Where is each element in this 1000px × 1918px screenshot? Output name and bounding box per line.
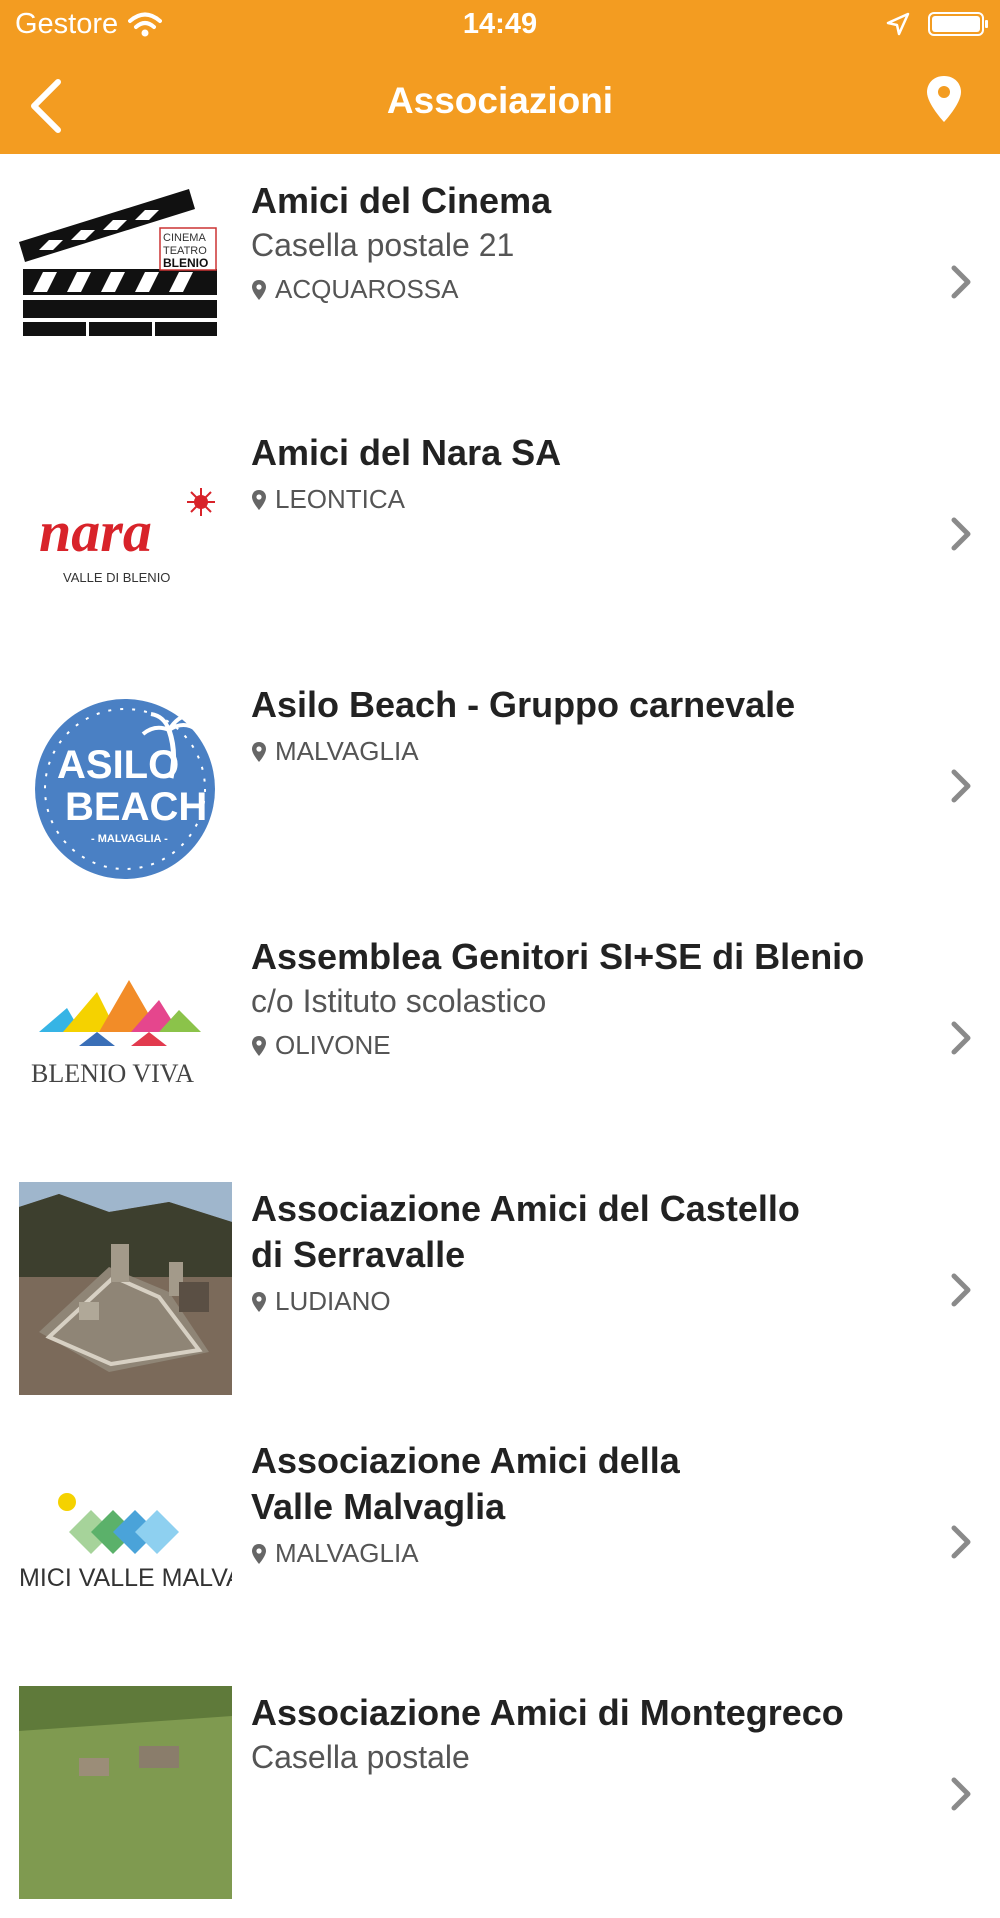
- nav-bar: Associazioni: [0, 56, 1000, 148]
- location-label: ACQUAROSSA: [275, 274, 459, 304]
- logo-text: nara: [39, 499, 152, 564]
- logo-text: BLENIO VIVA: [31, 1059, 194, 1088]
- association-list: CINEMA TEATRO BLENIO Amici del Cinema Ca…: [0, 154, 1000, 1918]
- list-item[interactable]: BLENIO VIVA Assemblea Genitori SI+SE di …: [0, 910, 1000, 1162]
- chevron-right-icon: [951, 1777, 971, 1811]
- chevron-right-icon: [951, 769, 971, 803]
- map-marker-icon: [252, 489, 266, 510]
- association-name: Amici del Cinema: [251, 180, 552, 221]
- chevron-right-icon: [951, 1525, 971, 1559]
- logo-text: VALLE DI BLENIO: [63, 570, 170, 585]
- association-name: Associazione Amici del Castello di Serrav…: [251, 1186, 911, 1278]
- list-item[interactable]: nara VALLE DI BLENIO Amici del Nara SA L…: [0, 406, 1000, 658]
- item-text: Associazione Amici della Valle Malvaglia …: [251, 1438, 911, 1569]
- association-logo: BLENIO VIVA: [19, 930, 232, 1143]
- association-logo: CINEMA TEATRO BLENIO: [19, 174, 232, 387]
- item-text: Assemblea Genitori SI+SE di Blenio c/o I…: [251, 934, 911, 1061]
- map-marker-icon: [252, 741, 266, 762]
- association-name-line-2: Valle Malvaglia: [251, 1486, 506, 1527]
- association-logo: MICI VALLE MALVAGL: [19, 1434, 232, 1647]
- association-name-line-1: Associazione Amici del Castello: [251, 1188, 800, 1229]
- map-pin-icon[interactable]: [924, 74, 964, 124]
- location-row: OLIVONE: [251, 1030, 911, 1061]
- association-name: Amici del Nara SA: [251, 432, 562, 473]
- map-marker-icon: [252, 1543, 266, 1564]
- item-text: Associazione Amici del Castello di Serrav…: [251, 1186, 911, 1317]
- association-photo: [19, 1686, 232, 1899]
- status-bar: Gestore 14:49: [0, 0, 1000, 50]
- logo-text: ASILO: [57, 743, 179, 787]
- list-item[interactable]: MICI VALLE MALVAGL Associazione Amici de…: [0, 1414, 1000, 1666]
- logo-text: BLENIO: [163, 256, 208, 270]
- association-name-line-1: Associazione Amici della: [251, 1440, 680, 1481]
- location-row: LEONTICA: [251, 484, 911, 515]
- item-text: Associazione Amici di Montegreco Casella…: [251, 1690, 911, 1778]
- location-label: MALVAGLIA: [275, 1538, 419, 1568]
- logo-text: MICI VALLE MALVAGL: [19, 1564, 232, 1592]
- page-title: Associazioni: [386, 80, 614, 121]
- association-photo: [19, 1182, 232, 1395]
- battery-icon: [928, 12, 988, 36]
- association-name-line-2: di Serravalle: [251, 1234, 466, 1275]
- association-address: Casella postale: [251, 1739, 470, 1775]
- association-logo: ASILO BEACH - MALVAGLIA -: [19, 678, 232, 891]
- logo-text: - MALVAGLIA -: [91, 833, 168, 845]
- map-marker-icon: [252, 1035, 266, 1056]
- status-right: [886, 12, 988, 36]
- location-label: LEONTICA: [275, 484, 406, 514]
- association-name: Associazione Amici di Montegreco: [251, 1692, 844, 1733]
- location-row: LUDIANO: [251, 1286, 911, 1317]
- chevron-right-icon: [951, 1021, 971, 1055]
- list-item[interactable]: Associazione Amici di Montegreco Casella…: [0, 1666, 1000, 1918]
- top-bar: Gestore 14:49 Associazioni: [0, 0, 1000, 154]
- location-row: MALVAGLIA: [251, 1538, 911, 1569]
- association-name: Asilo Beach - Gruppo carnevale: [251, 684, 796, 725]
- item-text: Amici del Cinema Casella postale 21 ACQU…: [251, 178, 911, 305]
- item-text: Asilo Beach - Gruppo carnevale MALVAGLIA: [251, 682, 911, 767]
- location-row: ACQUAROSSA: [251, 274, 911, 305]
- list-item[interactable]: ASILO BEACH - MALVAGLIA - Asilo Beach - …: [0, 658, 1000, 910]
- logo-text: CINEMA: [163, 232, 206, 244]
- association-address: Casella postale 21: [251, 227, 515, 263]
- status-time: 14:49: [462, 8, 538, 40]
- map-marker-icon: [252, 279, 266, 300]
- logo-text: BEACH: [65, 785, 207, 829]
- association-logo: nara VALLE DI BLENIO: [19, 426, 232, 639]
- location-label: MALVAGLIA: [275, 736, 419, 766]
- chevron-right-icon: [951, 517, 971, 551]
- association-name: Associazione Amici della Valle Malvaglia: [251, 1438, 911, 1530]
- chevron-right-icon: [951, 265, 971, 299]
- location-label: OLIVONE: [275, 1030, 391, 1060]
- location-row: MALVAGLIA: [251, 736, 911, 767]
- chevron-right-icon: [951, 1273, 971, 1307]
- association-name: Assemblea Genitori SI+SE di Blenio: [251, 936, 865, 977]
- location-label: LUDIANO: [275, 1286, 391, 1316]
- item-text: Amici del Nara SA LEONTICA: [251, 430, 911, 515]
- list-item[interactable]: Associazione Amici del Castello di Serrav…: [0, 1162, 1000, 1414]
- association-address: c/o Istituto scolastico: [251, 983, 547, 1019]
- map-marker-icon: [252, 1291, 266, 1312]
- list-item[interactable]: CINEMA TEATRO BLENIO Amici del Cinema Ca…: [0, 154, 1000, 406]
- location-arrow-icon: [886, 12, 910, 36]
